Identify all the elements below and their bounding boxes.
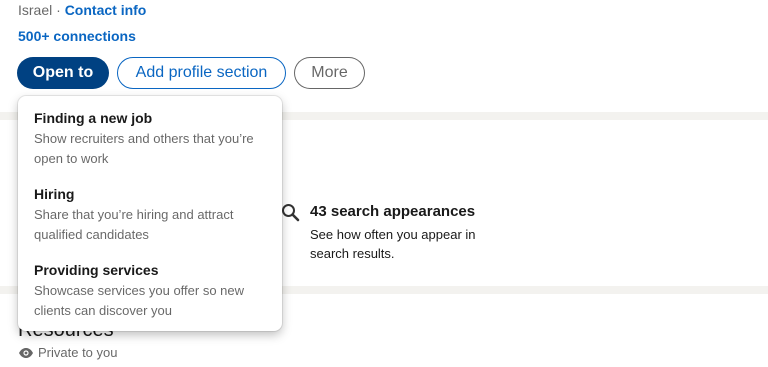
contact-info-link[interactable]: Contact info <box>65 2 147 18</box>
add-profile-section-button[interactable]: Add profile section <box>117 57 286 89</box>
open-to-dropdown: Finding a new job Show recruiters and ot… <box>18 96 282 331</box>
search-appearances-description: See how often you appear in search resul… <box>310 227 476 261</box>
menu-item-providing-services[interactable]: Providing services Showcase services you… <box>34 261 270 321</box>
search-icon <box>281 203 300 222</box>
connections-link[interactable]: 500+ connections <box>18 28 136 44</box>
menu-item-title: Finding a new job <box>34 110 153 126</box>
location-text: Israel <box>18 2 53 18</box>
menu-item-title: Providing services <box>34 262 159 278</box>
search-appearances-link[interactable]: 43 search appearances <box>310 203 475 220</box>
more-button[interactable]: More <box>294 57 365 89</box>
menu-item-description: Showcase services you offer so new clien… <box>34 283 245 318</box>
menu-item-title: Hiring <box>34 186 75 202</box>
eye-icon <box>18 347 34 359</box>
open-to-button[interactable]: Open to <box>17 57 109 89</box>
private-indicator: Private to you <box>18 345 118 360</box>
menu-item-description: Share that you’re hiring and attract qua… <box>34 207 234 242</box>
location-separator: · <box>56 2 61 18</box>
private-label: Private to you <box>38 345 118 360</box>
menu-item-description: Show recruiters and others that you’re o… <box>34 131 254 166</box>
location-line: Israel · Contact info <box>18 2 146 18</box>
menu-item-hiring[interactable]: Hiring Share that you’re hiring and attr… <box>34 185 270 245</box>
menu-item-finding-new-job[interactable]: Finding a new job Show recruiters and ot… <box>34 109 270 169</box>
